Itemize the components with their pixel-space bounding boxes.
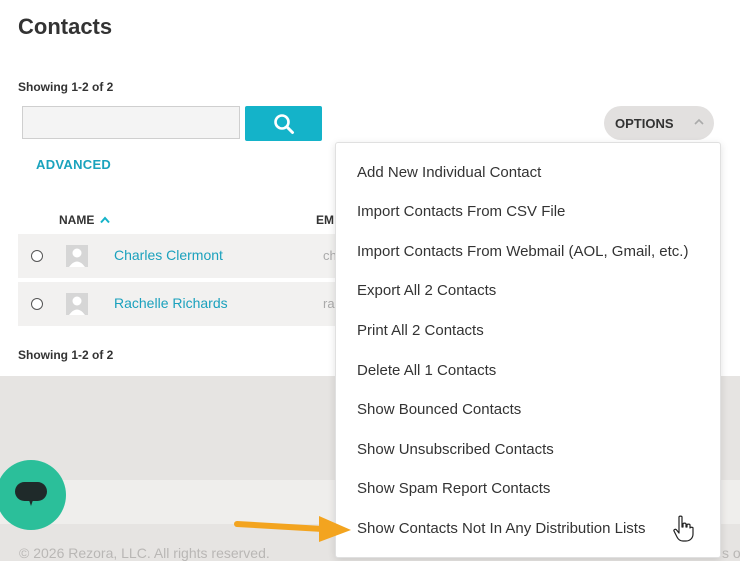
search-button[interactable] bbox=[245, 106, 322, 141]
menu-item-import-csv[interactable]: Import Contacts From CSV File bbox=[357, 203, 565, 220]
chat-bubble-icon bbox=[15, 482, 47, 506]
copyright-text: © 2026 Rezora, LLC. All rights reserved. bbox=[19, 545, 270, 561]
options-button[interactable]: OPTIONS bbox=[604, 106, 714, 140]
search-icon bbox=[273, 113, 294, 134]
showing-count-top: Showing 1-2 of 2 bbox=[18, 80, 114, 94]
page-title: Contacts bbox=[18, 14, 113, 39]
table-row: Charles Clermont ch bbox=[18, 234, 340, 278]
table-row: Rachelle Richards ra bbox=[18, 282, 340, 326]
name-column-label: NAME bbox=[59, 213, 95, 227]
row-select-radio[interactable] bbox=[31, 250, 43, 262]
sort-ascending-icon bbox=[100, 216, 111, 224]
avatar bbox=[66, 293, 88, 315]
hand-cursor-icon bbox=[673, 515, 694, 542]
avatar bbox=[66, 245, 88, 267]
annotation-arrow-icon bbox=[234, 516, 351, 542]
menu-item-delete-all[interactable]: Delete All 1 Contacts bbox=[357, 362, 496, 379]
menu-item-not-in-lists[interactable]: Show Contacts Not In Any Distribution Li… bbox=[357, 520, 645, 537]
search-input[interactable] bbox=[22, 106, 240, 139]
contact-name-link[interactable]: Rachelle Richards bbox=[114, 295, 228, 311]
menu-item-export-all[interactable]: Export All 2 Contacts bbox=[357, 282, 496, 299]
row-select-radio[interactable] bbox=[31, 298, 43, 310]
options-label: OPTIONS bbox=[615, 115, 674, 131]
menu-item-import-webmail[interactable]: Import Contacts From Webmail (AOL, Gmail… bbox=[357, 243, 688, 260]
footer-text-fragment: s o bbox=[722, 545, 740, 561]
advanced-search-link[interactable]: ADVANCED bbox=[36, 157, 111, 172]
menu-item-bounced[interactable]: Show Bounced Contacts bbox=[357, 401, 521, 418]
showing-count-bottom: Showing 1-2 of 2 bbox=[18, 348, 114, 362]
menu-item-spam-report[interactable]: Show Spam Report Contacts bbox=[357, 480, 550, 497]
menu-item-print-all[interactable]: Print All 2 Contacts bbox=[357, 322, 484, 339]
email-column-header[interactable]: EM bbox=[316, 213, 334, 227]
menu-item-unsubscribed[interactable]: Show Unsubscribed Contacts bbox=[357, 441, 554, 458]
menu-item-add-contact[interactable]: Add New Individual Contact bbox=[357, 164, 541, 181]
contact-email: ra bbox=[323, 296, 335, 311]
options-dropdown-menu: Add New Individual Contact Import Contac… bbox=[335, 142, 721, 558]
name-column-header[interactable]: NAME bbox=[59, 213, 111, 227]
chevron-up-icon bbox=[694, 118, 704, 125]
contact-name-link[interactable]: Charles Clermont bbox=[114, 247, 223, 263]
